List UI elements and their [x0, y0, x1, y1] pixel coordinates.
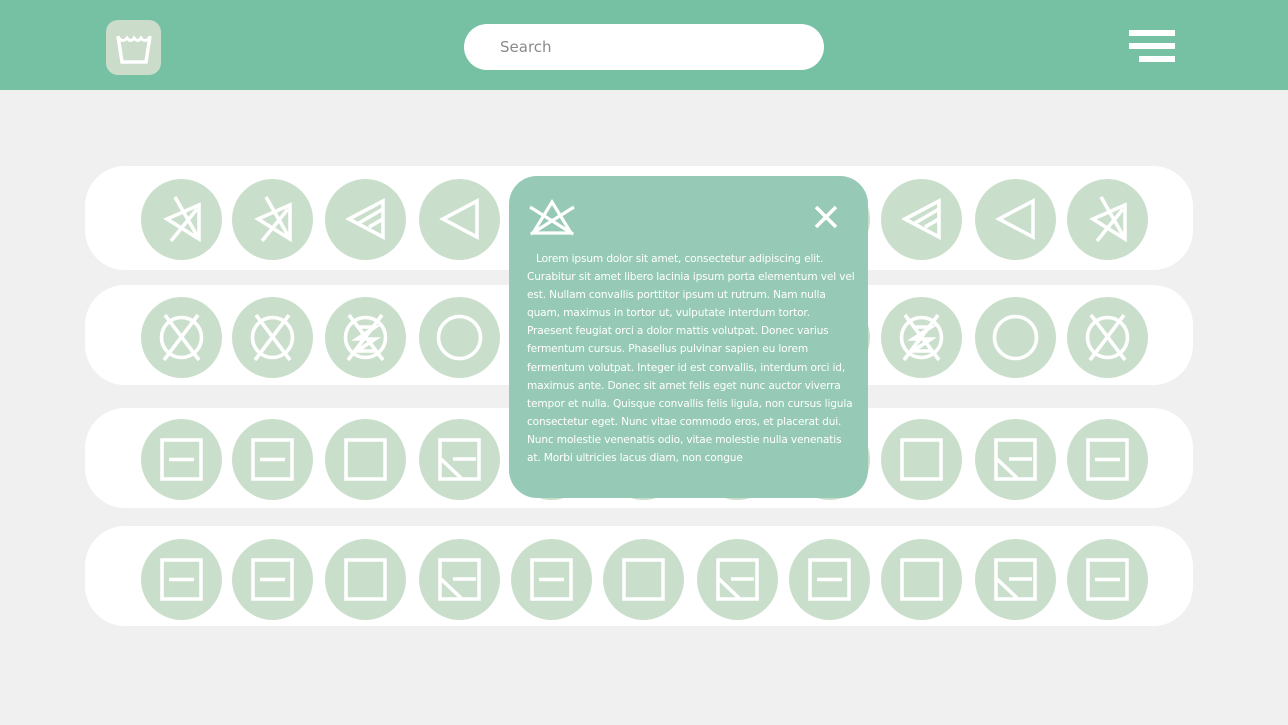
- symbol-button-dry-flat[interactable]: [231, 538, 313, 620]
- washtub-icon: [115, 34, 152, 64]
- dry-flat-icon: [159, 557, 203, 601]
- symbol-button-dry-flat[interactable]: [1066, 418, 1148, 500]
- tumble-dry-icon: [621, 557, 665, 601]
- dry-flat-in-shade-icon: [993, 557, 1037, 601]
- dry-flat-icon: [159, 437, 203, 481]
- symbol-button-non-chlorine-bleach[interactable]: [880, 178, 962, 260]
- symbol-button-tumble-dry[interactable]: [880, 418, 962, 500]
- modal-description: Lorem ipsum dolor sit amet, consectetur …: [527, 253, 855, 465]
- symbol-button-do-not-dry-clean[interactable]: [231, 296, 313, 378]
- close-icon[interactable]: [811, 202, 841, 232]
- dry-flat-icon: [250, 437, 294, 481]
- hamburger-menu-icon: [1129, 30, 1175, 36]
- do-not-bleach-icon: [1088, 195, 1127, 242]
- dry-clean-icon: [992, 314, 1038, 360]
- symbol-detail-modal: Lorem ipsum dolor sit amet, consectetur …: [509, 176, 868, 498]
- symbol-button-do-not-dry-clean[interactable]: [140, 296, 222, 378]
- symbol-button-dry-flat-in-shade[interactable]: [418, 418, 500, 500]
- symbol-button-non-chlorine-bleach[interactable]: [324, 178, 406, 260]
- do-not-wet-clean-icon: [343, 313, 387, 361]
- menu-button[interactable]: [1126, 26, 1178, 66]
- symbol-button-dry-flat-in-shade[interactable]: [974, 538, 1056, 620]
- do-not-dry-clean-icon: [250, 313, 294, 361]
- symbol-button-bleach[interactable]: [974, 178, 1056, 260]
- symbol-button-tumble-dry[interactable]: [324, 538, 406, 620]
- do-not-dry-clean-icon: [159, 313, 203, 361]
- dry-flat-icon: [1085, 557, 1129, 601]
- symbol-button-dry-flat[interactable]: [1066, 538, 1148, 620]
- tumble-dry-icon: [343, 437, 387, 481]
- symbol-button-dry-flat[interactable]: [510, 538, 592, 620]
- symbol-button-dry-flat-in-shade[interactable]: [418, 538, 500, 620]
- non-chlorine-bleach-icon: [344, 197, 385, 240]
- symbol-button-dry-flat[interactable]: [140, 538, 222, 620]
- tumble-dry-icon: [899, 437, 943, 481]
- symbol-button-dry-flat[interactable]: [231, 418, 313, 500]
- logo[interactable]: [106, 20, 161, 75]
- symbol-button-dry-clean[interactable]: [974, 296, 1056, 378]
- symbol-button-dry-flat[interactable]: [788, 538, 870, 620]
- menu-bar: [1139, 56, 1175, 62]
- bleach-icon: [994, 197, 1035, 240]
- symbol-button-do-not-wet-clean[interactable]: [880, 296, 962, 378]
- symbol-button-do-not-dry-clean[interactable]: [1066, 296, 1148, 378]
- symbol-button-do-not-bleach[interactable]: [231, 178, 313, 260]
- symbol-button-do-not-wet-clean[interactable]: [324, 296, 406, 378]
- dry-flat-in-shade-icon: [993, 437, 1037, 481]
- symbol-button-do-not-bleach[interactable]: [1066, 178, 1148, 260]
- top-bar: [0, 0, 1288, 90]
- tumble-dry-icon: [343, 557, 387, 601]
- do-not-dry-clean-icon: [1085, 313, 1129, 361]
- bleach-icon: [438, 197, 479, 240]
- symbol-button-tumble-dry[interactable]: [602, 538, 684, 620]
- symbol-button-dry-flat-in-shade[interactable]: [696, 538, 778, 620]
- symbol-button-tumble-dry[interactable]: [324, 418, 406, 500]
- non-chlorine-bleach-icon: [900, 197, 941, 240]
- symbol-button-bleach[interactable]: [418, 178, 500, 260]
- tumble-dry-icon: [899, 557, 943, 601]
- dry-flat-in-shade-icon: [715, 557, 759, 601]
- do-not-bleach-icon: [529, 198, 575, 236]
- dry-flat-in-shade-icon: [437, 437, 481, 481]
- search-input[interactable]: [464, 24, 824, 70]
- dry-flat-icon: [807, 557, 851, 601]
- dry-flat-icon: [529, 557, 573, 601]
- symbol-button-tumble-dry[interactable]: [880, 538, 962, 620]
- dry-flat-icon: [250, 557, 294, 601]
- symbol-button-dry-flat-in-shade[interactable]: [974, 418, 1056, 500]
- symbol-button-dry-flat[interactable]: [140, 418, 222, 500]
- do-not-bleach-icon: [162, 195, 201, 242]
- dry-flat-icon: [1085, 437, 1129, 481]
- do-not-bleach-icon: [253, 195, 292, 242]
- menu-bar: [1129, 43, 1175, 49]
- symbol-button-dry-clean[interactable]: [418, 296, 500, 378]
- do-not-wet-clean-icon: [899, 313, 943, 361]
- dry-clean-icon: [436, 314, 482, 360]
- symbol-button-do-not-bleach[interactable]: [140, 178, 222, 260]
- dry-flat-in-shade-icon: [437, 557, 481, 601]
